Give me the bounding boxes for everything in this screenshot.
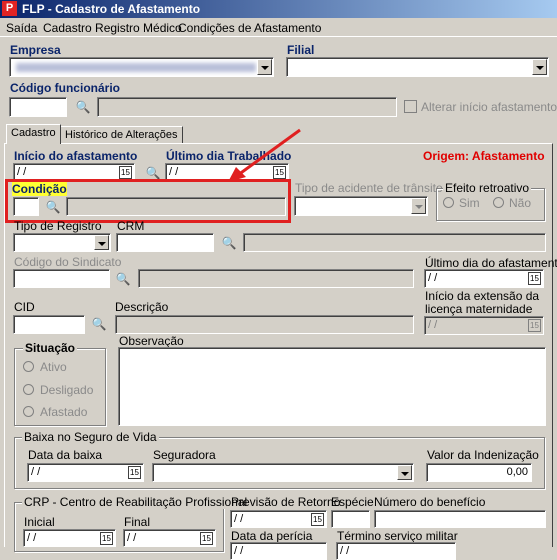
termino-servico-militar-input[interactable]: / / — [336, 542, 456, 560]
empresa-dropdown-arrow[interactable] — [257, 59, 272, 75]
data-pericia-input[interactable]: / / — [230, 542, 327, 560]
blurred-value — [16, 63, 256, 72]
condicao-descricao-field — [66, 197, 286, 216]
menu-condicoes-afastamento[interactable]: Condições de Afastamento — [178, 21, 321, 35]
title-bar: P FLP - Cadastro de Afastamento — [0, 0, 557, 18]
previsao-retorno-label: Previsão de Retorno — [231, 495, 341, 509]
binoculars-icon[interactable]: 🔍 — [43, 197, 63, 217]
sindicato-descricao-field — [138, 269, 414, 288]
desligado-radio[interactable] — [23, 384, 34, 395]
ultimo-dia-afastamento-input[interactable]: / / 15 — [424, 269, 544, 288]
calendar-icon[interactable]: 15 — [119, 166, 132, 179]
inicial-label: Inicial — [24, 515, 55, 529]
especie-label: Espécie — [331, 495, 374, 509]
binoculars-icon[interactable]: 🔍 — [89, 314, 109, 334]
codigo-sindicato-input[interactable] — [13, 269, 110, 288]
crp-final-input[interactable]: / / 15 — [123, 529, 216, 547]
tab-historico[interactable]: Histórico de Alterações — [60, 126, 183, 144]
tipo-acidente-select[interactable] — [294, 196, 428, 216]
baixa-seguro-label: Baixa no Seguro de Vida — [22, 430, 159, 444]
tab-cadastro[interactable]: Cadastro — [6, 124, 61, 144]
crm-label: CRM — [117, 219, 145, 233]
sim-radio[interactable] — [443, 197, 454, 208]
observacao-label: Observação — [119, 334, 184, 348]
binoculars-icon[interactable]: 🔍 — [73, 97, 93, 117]
filial-dropdown-arrow[interactable] — [532, 59, 547, 75]
inicio-extensao-input[interactable]: / / 15 — [424, 316, 544, 335]
menu-cadastro-registro-medico[interactable]: Cadastro Registro Médico — [43, 21, 182, 35]
crm-input[interactable] — [116, 233, 214, 252]
ativo-radio[interactable] — [23, 361, 34, 372]
nao-label: Não — [509, 196, 532, 210]
cid-input[interactable] — [13, 315, 85, 334]
nao-radio[interactable] — [493, 197, 504, 208]
seguradora-label: Seguradora — [153, 448, 216, 462]
menu-bar: Saída Cadastro Registro Médico Condições… — [0, 18, 557, 37]
calendar-icon[interactable]: 15 — [128, 466, 141, 479]
origem-label: Origem: Afastamento — [423, 149, 545, 163]
tipo-acidente-label: Tipo de acidente de trânsito — [295, 181, 443, 195]
final-label: Final — [124, 515, 151, 529]
filial-label: Filial — [287, 43, 315, 57]
empresa-select[interactable] — [9, 57, 274, 77]
codigo-sindicato-label: Código do Sindicato — [14, 255, 122, 269]
efeito-retroativo-label: Efeito retroativo — [443, 181, 532, 195]
data-pericia-label: Data da perícia — [231, 529, 313, 543]
termino-servico-militar-label: Término serviço militar — [337, 529, 458, 543]
data-baixa-input[interactable]: / / 15 — [27, 463, 144, 482]
calendar-icon[interactable]: 15 — [528, 272, 541, 285]
calendar-icon[interactable]: 15 — [528, 319, 541, 332]
inicio-extensao-label-2: licença maternidade — [425, 302, 533, 316]
descricao-label: Descrição — [115, 300, 169, 314]
inicio-extensao-label-1: Início da extensão da — [425, 289, 540, 303]
calendar-icon[interactable]: 15 — [100, 532, 113, 545]
binoculars-icon[interactable]: 🔍 — [219, 233, 239, 253]
crm-descricao-field — [243, 233, 546, 252]
calendar-icon[interactable]: 15 — [311, 513, 324, 526]
alterar-inicio-label: Alterar início afastamento — [421, 100, 557, 114]
window-title: FLP - Cadastro de Afastamento — [22, 2, 201, 16]
especie-input[interactable] — [331, 510, 370, 528]
cid-label: CID — [14, 300, 35, 314]
crp-inicial-input[interactable]: / / 15 — [23, 529, 116, 547]
funcionario-nome-field — [97, 97, 397, 117]
numero-beneficio-label: Número do benefício — [374, 495, 486, 509]
inicio-afastamento-label: Início do afastamento — [14, 149, 138, 163]
codigo-funcionario-label: Código funcionário — [10, 81, 120, 95]
observacao-textarea[interactable] — [118, 347, 546, 426]
empresa-label: Empresa — [10, 43, 61, 57]
tipo-registro-select[interactable] — [13, 233, 111, 252]
sim-label: Sim — [459, 196, 480, 210]
condicao-label: Condição — [12, 182, 67, 196]
binoculars-icon[interactable]: 🔍 — [113, 269, 133, 289]
menu-saida[interactable]: Saída — [6, 21, 37, 35]
descricao-field — [115, 315, 414, 334]
data-baixa-label: Data da baixa — [28, 448, 103, 462]
valor-indenizacao-input[interactable]: 0,00 — [426, 463, 532, 482]
seguradora-dropdown-arrow[interactable] — [397, 465, 412, 480]
afastado-label: Afastado — [40, 405, 88, 419]
ativo-label: Ativo — [40, 360, 67, 374]
desligado-label: Desligado — [40, 383, 94, 397]
afastado-radio[interactable] — [23, 406, 34, 417]
tipo-registro-dropdown-arrow[interactable] — [94, 235, 109, 250]
tipo-registro-label: Tipo de Registro — [14, 219, 102, 233]
app-logo-icon: P — [2, 1, 17, 16]
previsao-retorno-input[interactable]: / / 15 — [230, 510, 327, 528]
codigo-funcionario-input[interactable] — [9, 97, 67, 117]
tipo-acidente-dropdown-arrow[interactable] — [411, 198, 426, 214]
numero-beneficio-input[interactable] — [374, 510, 546, 528]
calendar-icon[interactable]: 15 — [200, 532, 213, 545]
valor-indenizacao-label: Valor da Indenização — [427, 448, 539, 462]
condicao-input[interactable] — [13, 197, 39, 216]
seguradora-select[interactable] — [152, 463, 414, 482]
ultimo-dia-afastamento-label: Último dia do afastamento — [425, 256, 557, 270]
filial-select[interactable] — [286, 57, 549, 77]
crp-label: CRP - Centro de Reabilitação Profissiona… — [22, 495, 250, 509]
annotation-arrow — [228, 128, 301, 182]
alterar-inicio-checkbox[interactable] — [404, 100, 417, 113]
situacao-label: Situação — [23, 341, 78, 355]
